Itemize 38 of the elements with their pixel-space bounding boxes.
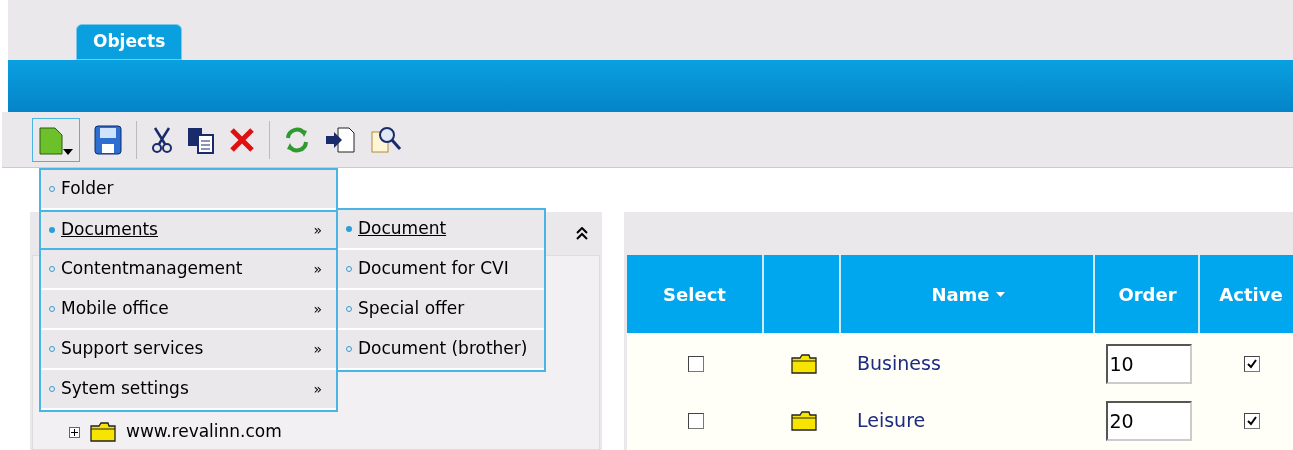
folder-icon: [790, 410, 817, 431]
checkbox[interactable]: [1244, 412, 1260, 429]
collapse-icon[interactable]: [576, 226, 588, 241]
submenu-arrow: »: [313, 259, 322, 279]
folder-icon: [90, 422, 116, 442]
expander-icon[interactable]: [69, 426, 80, 438]
bullet-icon: [49, 227, 55, 233]
menu-item[interactable]: Special offer: [338, 290, 544, 330]
submenu-arrow: »: [313, 379, 322, 399]
import-icon[interactable]: [324, 125, 356, 154]
scissors-icon[interactable]: [151, 125, 173, 154]
document-icon: [39, 126, 63, 155]
menu-item[interactable]: Document (brother): [338, 330, 544, 370]
menu-item[interactable]: Documents »: [41, 210, 336, 250]
submenu-arrow: »: [313, 299, 322, 319]
menu-item[interactable]: Sytem settings »: [41, 370, 336, 410]
folder-icon: [790, 353, 817, 374]
caret-icon: [63, 148, 73, 155]
save-icon[interactable]: [94, 124, 122, 155]
name-link[interactable]: Leisure: [857, 409, 926, 432]
checkbox[interactable]: [687, 412, 704, 429]
order-field[interactable]: 20: [1105, 400, 1192, 441]
tree-item[interactable]: www.revalinn.com: [126, 419, 282, 445]
submenu-arrow: »: [313, 220, 322, 240]
submenu-arrow: »: [313, 339, 322, 359]
menu-item[interactable]: Document for CVI: [338, 250, 544, 290]
sort-caret-icon[interactable]: [995, 291, 1005, 297]
order-field[interactable]: 10: [1105, 343, 1192, 384]
new-document-button[interactable]: [32, 117, 80, 162]
copy-icon[interactable]: [187, 125, 215, 154]
checkbox[interactable]: [1244, 355, 1260, 372]
bullet-icon: [346, 226, 352, 232]
name-link[interactable]: Business: [857, 352, 941, 375]
menu-item[interactable]: Folder: [41, 170, 336, 210]
delete-icon[interactable]: [229, 126, 255, 153]
refresh-icon[interactable]: [284, 125, 310, 154]
menu-item[interactable]: Document: [338, 210, 544, 250]
checkbox[interactable]: [687, 355, 704, 372]
